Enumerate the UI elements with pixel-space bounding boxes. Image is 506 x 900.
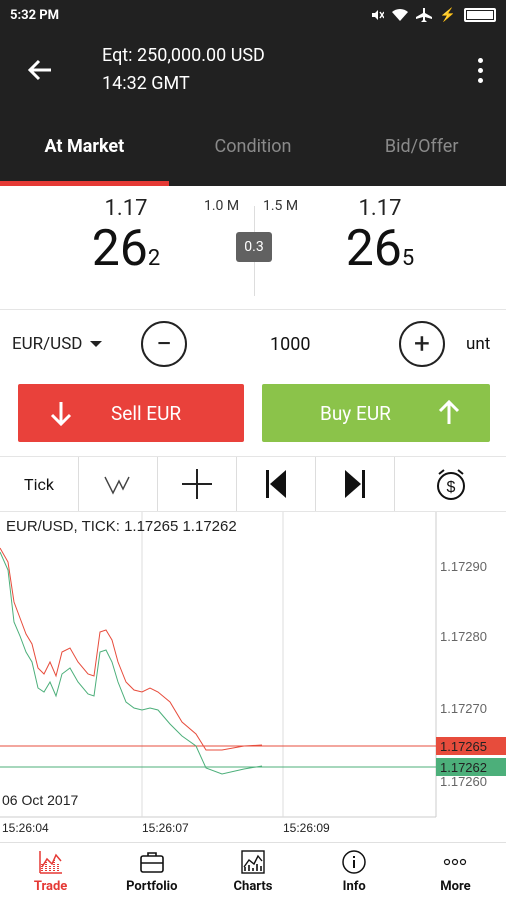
bid-pips: 262 xyxy=(91,220,161,278)
status-icons: ⚡ xyxy=(370,8,496,23)
x-tick-label: 15:26:04 xyxy=(2,821,49,835)
chart-date-label: 06 Oct 2017 xyxy=(2,792,78,808)
y-tick-label: 1.17260 xyxy=(440,774,487,789)
tick-chart-svg: EUR/USD, TICK: 1.17265 1.17262 06 Oct 20… xyxy=(0,512,506,835)
y-tick-label: 1.17270 xyxy=(440,701,487,716)
bid-series-line xyxy=(0,551,263,775)
currency-pair-label: EUR/USD xyxy=(12,334,83,354)
nav-charts[interactable]: Charts xyxy=(202,843,303,900)
tab-condition[interactable]: Condition xyxy=(169,110,338,186)
unit-label: unt xyxy=(466,334,491,354)
tick-interval-button[interactable]: Tick xyxy=(0,457,79,511)
ask-pips: 265 xyxy=(345,220,415,278)
ask-size: 1.5 M xyxy=(263,198,299,214)
price-panel: 1.17 262 1.0 M 1.5 M 0.3 1.17 265 xyxy=(0,186,506,310)
battery-icon xyxy=(464,8,496,22)
info-icon xyxy=(342,850,366,874)
tick-chart[interactable]: EUR/USD, TICK: 1.17265 1.17262 06 Oct 20… xyxy=(0,512,506,842)
ask-big-figure: 1.17 xyxy=(358,196,402,221)
mute-icon xyxy=(371,10,384,20)
charging-icon: ⚡ xyxy=(439,7,456,23)
currency-pair-select[interactable]: EUR/USD xyxy=(12,334,103,354)
header-time: 14:32 GMT xyxy=(102,73,190,94)
crosshair-icon[interactable] xyxy=(158,457,237,511)
bid-size: 1.0 M xyxy=(204,198,240,214)
decrease-quantity-button[interactable]: − xyxy=(141,321,187,367)
ask-price[interactable]: 1.17 265 xyxy=(300,196,460,287)
ask-series-line xyxy=(0,547,263,751)
equity-value: Eqt: 250,000.00 USD xyxy=(102,45,265,66)
bid-big-figure: 1.17 xyxy=(104,196,148,221)
buy-button[interactable]: Buy EUR xyxy=(262,384,490,442)
y-tick-label: 1.17280 xyxy=(440,629,487,644)
nav-portfolio[interactable]: Portfolio xyxy=(101,843,202,900)
nav-info-label: Info xyxy=(342,879,366,894)
increase-quantity-button[interactable]: + xyxy=(399,321,445,367)
svg-text:$: $ xyxy=(446,479,455,496)
line-chart-icon[interactable] xyxy=(79,457,158,511)
nav-charts-label: Charts xyxy=(233,879,273,894)
airplane-icon xyxy=(415,8,432,22)
bid-price-tag-label: 1.17262 xyxy=(440,760,487,775)
nav-more[interactable]: More xyxy=(405,843,506,900)
nav-more-label: More xyxy=(440,879,471,894)
chevron-down-icon xyxy=(90,341,103,347)
price-alert-icon[interactable]: $ xyxy=(395,457,506,511)
nav-trade-label: Trade xyxy=(33,879,68,894)
ask-price-tag-label: 1.17265 xyxy=(440,739,487,754)
equity-info: Eqt: 250,000.00 USD 14:32 GMT xyxy=(102,42,265,98)
arrow-down-icon xyxy=(50,402,72,427)
app-bar: Eqt: 250,000.00 USD 14:32 GMT xyxy=(0,30,506,110)
back-arrow-icon[interactable] xyxy=(22,52,58,88)
chart-header-text: EUR/USD, TICK: 1.17265 1.17262 xyxy=(6,518,237,535)
quantity-field[interactable]: 1000 xyxy=(270,334,310,355)
sell-button[interactable]: Sell EUR xyxy=(18,384,244,442)
order-row: EUR/USD − 1000 + unt xyxy=(0,311,506,377)
order-type-tabs: At Market Condition Bid/Offer xyxy=(0,110,506,186)
status-bar: 5:32 PM ⚡ xyxy=(0,0,506,30)
buy-button-label: Buy EUR xyxy=(320,401,391,425)
bottom-navigation: Trade Portfolio Charts Info More xyxy=(0,842,506,900)
x-tick-label: 15:26:09 xyxy=(283,821,330,835)
y-tick-label: 1.17290 xyxy=(440,559,487,574)
more-icon xyxy=(444,858,467,866)
nav-portfolio-label: Portfolio xyxy=(126,879,178,894)
arrow-up-icon xyxy=(438,399,460,424)
x-tick-label: 15:26:07 xyxy=(142,821,189,835)
bid-price[interactable]: 1.17 262 xyxy=(46,196,206,287)
status-time: 5:32 PM xyxy=(10,7,60,23)
sell-button-label: Sell EUR xyxy=(111,401,182,425)
chart-toolbar: Tick $ xyxy=(0,456,506,512)
trade-icon xyxy=(38,851,62,874)
charts-icon xyxy=(241,850,265,874)
tab-at-market[interactable]: At Market xyxy=(0,110,169,186)
skip-to-end-icon[interactable] xyxy=(316,457,395,511)
tab-bid-offer[interactable]: Bid/Offer xyxy=(337,110,506,186)
overflow-menu-icon[interactable] xyxy=(468,52,492,88)
spread-badge: 0.3 xyxy=(236,232,272,262)
nav-trade[interactable]: Trade xyxy=(0,843,101,900)
wifi-icon xyxy=(391,8,408,21)
nav-info[interactable]: Info xyxy=(304,843,405,900)
skip-to-start-icon[interactable] xyxy=(237,457,316,511)
portfolio-icon xyxy=(139,852,164,873)
